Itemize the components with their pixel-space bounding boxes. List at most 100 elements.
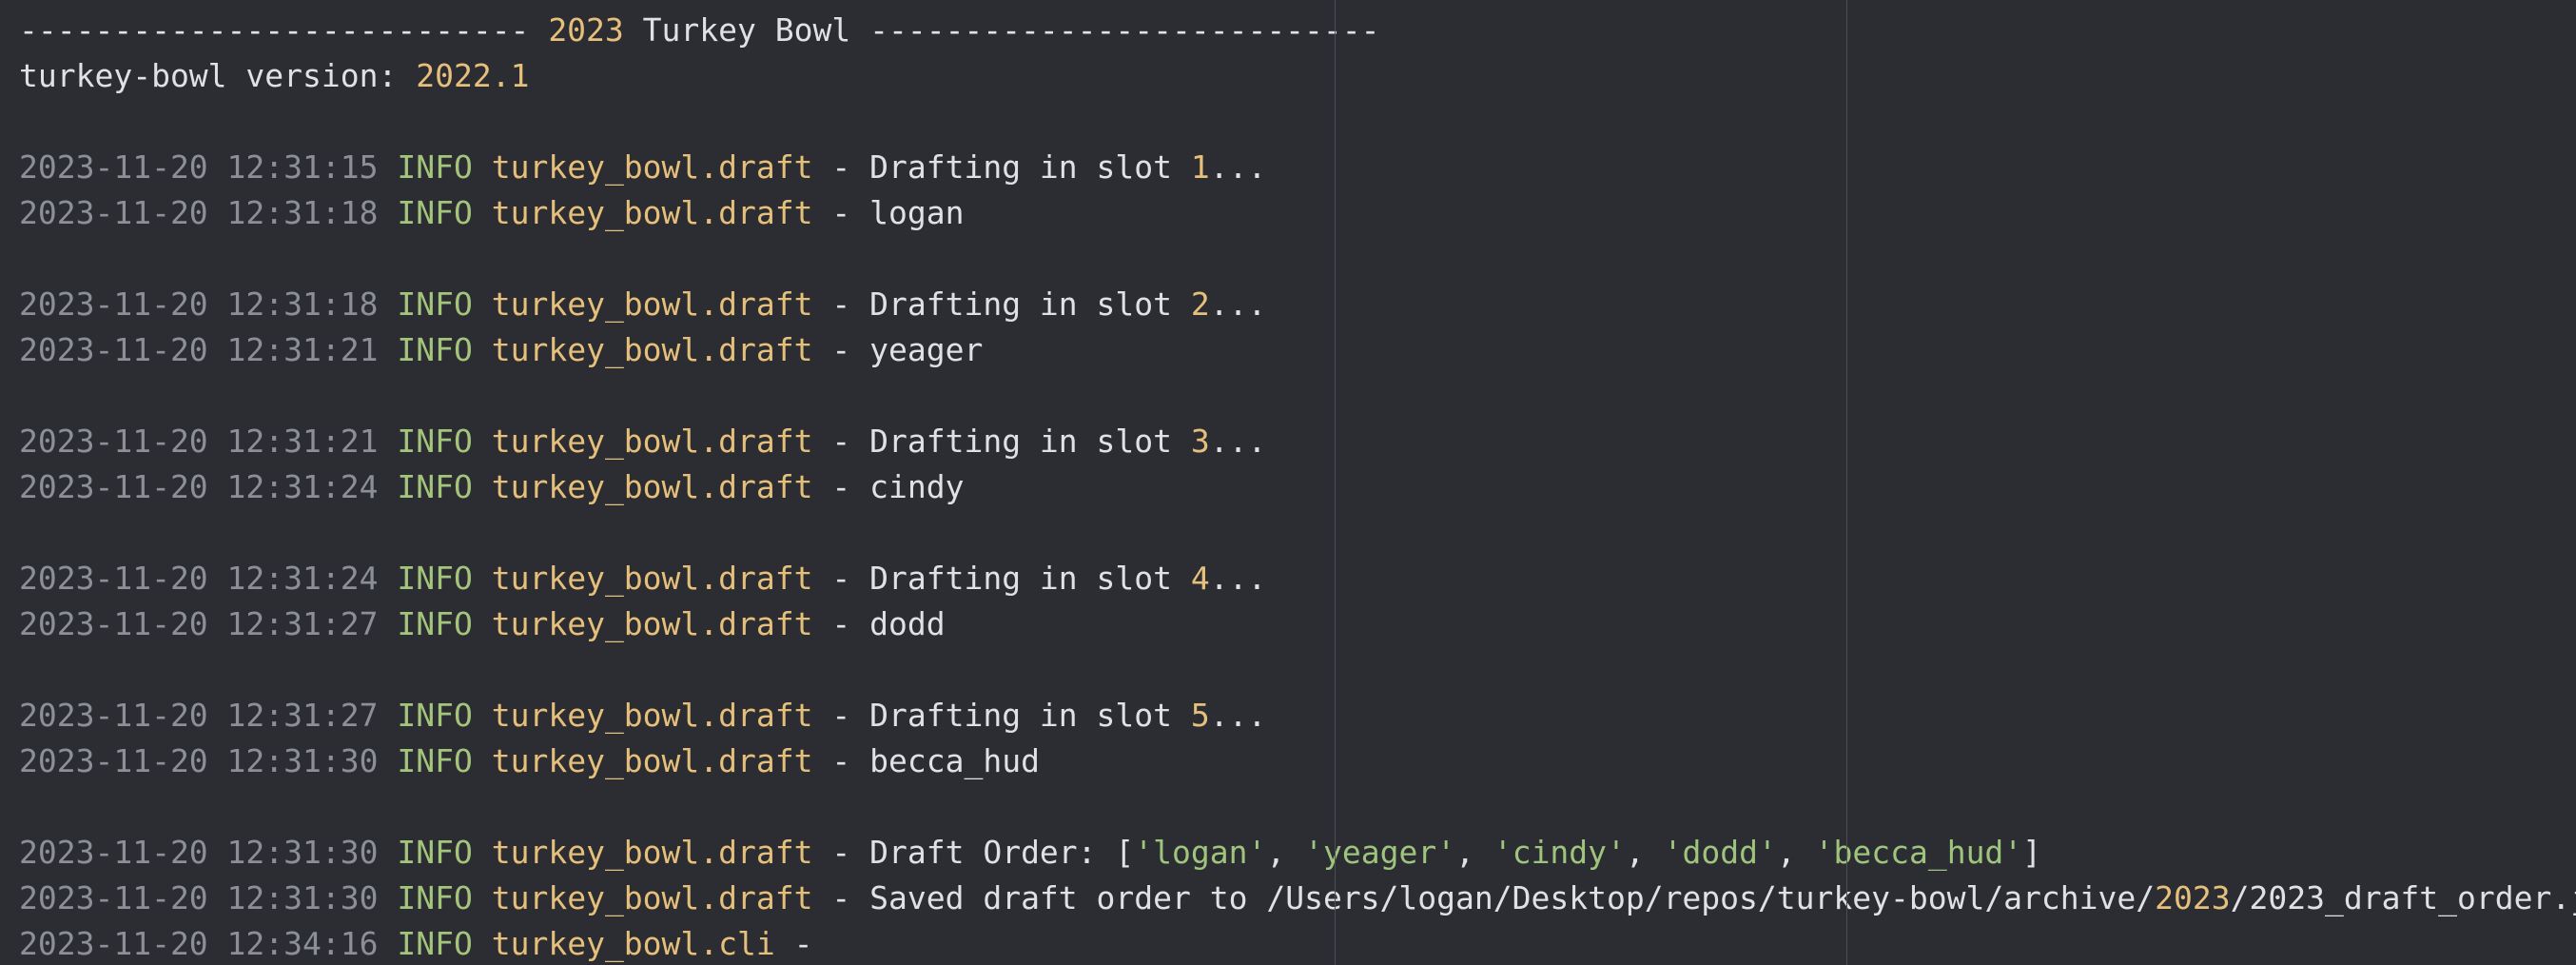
header-dashes-left: --------------------------- xyxy=(19,11,530,49)
saved-path-file: /2023_draft_order.json xyxy=(2230,879,2576,916)
ellipsis: ... xyxy=(1209,286,1267,323)
header-year: 2023 xyxy=(548,11,624,49)
log-logger: turkey_bowl.draft xyxy=(491,742,813,779)
log-entry: 2023-11-20 12:31:27 INFO turkey_bowl.dra… xyxy=(19,693,2576,739)
log-separator: - xyxy=(831,423,851,460)
log-level: INFO xyxy=(397,194,473,231)
header-title: Turkey Bowl xyxy=(642,11,851,49)
drafted-player: cindy xyxy=(869,468,965,505)
draft-order-label: Draft Order: xyxy=(869,834,1097,871)
log-lines: 2023-11-20 12:31:15 INFO turkey_bowl.dra… xyxy=(19,145,2576,965)
log-level: INFO xyxy=(397,925,473,962)
header-line: --------------------------- 2023 Turkey … xyxy=(19,8,2576,53)
log-level: INFO xyxy=(397,286,473,323)
log-timestamp: 2023-11-20 12:31:21 xyxy=(19,331,379,368)
log-separator: - xyxy=(831,194,851,231)
log-level: INFO xyxy=(397,834,473,871)
log-level: INFO xyxy=(397,697,473,734)
header-dashes-right: --------------------------- xyxy=(869,11,1380,49)
draft-order-name: 'yeager' xyxy=(1304,834,1456,871)
log-entry: 2023-11-20 12:31:24 INFO turkey_bowl.dra… xyxy=(19,556,2576,601)
log-level: INFO xyxy=(397,879,473,916)
ellipsis: ... xyxy=(1209,423,1267,460)
log-entry: 2023-11-20 12:31:21 INFO turkey_bowl.dra… xyxy=(19,419,2576,464)
log-entry: 2023-11-20 12:31:30 INFO turkey_bowl.dra… xyxy=(19,739,2576,784)
log-level: INFO xyxy=(397,468,473,505)
log-timestamp: 2023-11-20 12:31:30 xyxy=(19,879,379,916)
log-timestamp: 2023-11-20 12:31:27 xyxy=(19,605,379,642)
log-message: Drafting in slot xyxy=(869,286,1173,323)
log-logger: turkey_bowl.draft xyxy=(491,468,813,505)
log-separator: - xyxy=(831,879,851,916)
log-entry: 2023-11-20 12:31:18 INFO turkey_bowl.dra… xyxy=(19,282,2576,327)
log-logger: turkey_bowl.draft xyxy=(491,286,813,323)
log-entry: 2023-11-20 12:31:18 INFO turkey_bowl.dra… xyxy=(19,190,2576,236)
log-separator: - xyxy=(831,834,851,871)
log-separator: - xyxy=(831,331,851,368)
log-level: INFO xyxy=(397,423,473,460)
log-logger: turkey_bowl.draft xyxy=(491,697,813,734)
drafted-player: dodd xyxy=(869,605,946,642)
log-timestamp: 2023-11-20 12:31:21 xyxy=(19,423,379,460)
log-entry: 2023-11-20 12:31:27 INFO turkey_bowl.dra… xyxy=(19,601,2576,647)
slot-number: 2 xyxy=(1190,286,1210,323)
version-number: 2022.1 xyxy=(416,57,530,94)
log-message: Drafting in slot xyxy=(869,423,1173,460)
ellipsis: ... xyxy=(1209,148,1267,186)
log-timestamp: 2023-11-20 12:31:30 xyxy=(19,834,379,871)
log-level: INFO xyxy=(397,560,473,597)
cli-line: 2023-11-20 12:34:16 INFO turkey_bowl.cli… xyxy=(19,921,2576,965)
log-entry: 2023-11-20 12:31:24 INFO turkey_bowl.dra… xyxy=(19,464,2576,510)
log-separator: - xyxy=(831,605,851,642)
log-timestamp: 2023-11-20 12:34:16 xyxy=(19,925,379,962)
log-timestamp: 2023-11-20 12:31:18 xyxy=(19,286,379,323)
version-label: turkey-bowl version: xyxy=(19,57,398,94)
log-timestamp: 2023-11-20 12:31:27 xyxy=(19,697,379,734)
ellipsis: ... xyxy=(1209,697,1267,734)
log-level: INFO xyxy=(397,605,473,642)
draft-order-name: 'logan' xyxy=(1134,834,1267,871)
version-line: turkey-bowl version: 2022.1 xyxy=(19,53,2576,99)
draft-order-line: 2023-11-20 12:31:30 INFO turkey_bowl.dra… xyxy=(19,834,2042,871)
log-timestamp: 2023-11-20 12:31:15 xyxy=(19,148,379,186)
log-logger: turkey_bowl.draft xyxy=(491,194,813,231)
log-separator: - xyxy=(831,148,851,186)
drafted-player: becca_hud xyxy=(869,742,1040,779)
slot-number: 3 xyxy=(1190,423,1210,460)
log-logger: turkey_bowl.draft xyxy=(491,423,813,460)
log-level: INFO xyxy=(397,742,473,779)
log-logger: turkey_bowl.draft xyxy=(491,879,813,916)
terminal-output[interactable]: --------------------------- 2023 Turkey … xyxy=(0,0,2576,965)
log-separator: - xyxy=(831,468,851,505)
log-timestamp: 2023-11-20 12:31:24 xyxy=(19,468,379,505)
log-entry: 2023-11-20 12:31:15 INFO turkey_bowl.dra… xyxy=(19,145,2576,190)
log-level: INFO xyxy=(397,148,473,186)
saved-path-text: Saved draft order to /Users/logan/Deskto… xyxy=(869,879,2156,916)
log-logger: turkey_bowl.draft xyxy=(491,148,813,186)
drafted-player: logan xyxy=(869,194,965,231)
draft-order-name: 'dodd' xyxy=(1663,834,1777,871)
slot-number: 1 xyxy=(1190,148,1210,186)
log-logger: turkey_bowl.draft xyxy=(491,560,813,597)
slot-number: 4 xyxy=(1190,560,1210,597)
log-separator: - xyxy=(831,560,851,597)
indent-guide xyxy=(1335,0,1336,965)
log-logger: turkey_bowl.cli xyxy=(491,925,775,962)
saved-path-year: 2023 xyxy=(2155,879,2231,916)
log-timestamp: 2023-11-20 12:31:30 xyxy=(19,742,379,779)
log-logger: turkey_bowl.draft xyxy=(491,605,813,642)
log-separator: - xyxy=(831,286,851,323)
log-timestamp: 2023-11-20 12:31:18 xyxy=(19,194,379,231)
log-logger: turkey_bowl.draft xyxy=(491,834,813,871)
log-separator: - xyxy=(793,925,813,962)
log-entry: 2023-11-20 12:31:21 INFO turkey_bowl.dra… xyxy=(19,327,2576,373)
ellipsis: ... xyxy=(1209,560,1267,597)
log-separator: - xyxy=(831,742,851,779)
log-message: Drafting in slot xyxy=(869,148,1173,186)
